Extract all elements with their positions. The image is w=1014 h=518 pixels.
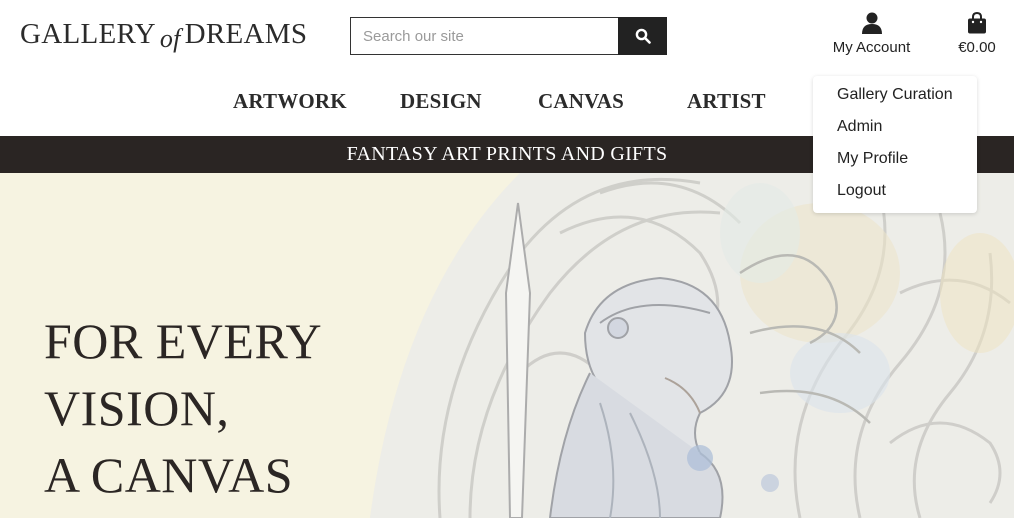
menu-item-admin[interactable]: Admin bbox=[837, 118, 882, 136]
shopping-bag-button[interactable]: €0.00 bbox=[955, 12, 999, 56]
menu-item-my-profile[interactable]: My Profile bbox=[837, 150, 908, 168]
logo-text-dreams: DREAMS bbox=[184, 18, 308, 50]
nav-artist[interactable]: ARTIST bbox=[687, 89, 766, 114]
nav-artwork[interactable]: ARTWORK bbox=[233, 89, 347, 114]
bag-total: €0.00 bbox=[958, 39, 996, 56]
search-button[interactable] bbox=[618, 17, 667, 55]
my-account-button[interactable]: My Account bbox=[829, 12, 914, 56]
logo-text-gallery: GALLERY bbox=[20, 18, 156, 50]
nav-design[interactable]: DESIGN bbox=[400, 89, 482, 114]
hero-line-2: VISION, bbox=[44, 380, 230, 436]
menu-item-logout[interactable]: Logout bbox=[837, 182, 886, 200]
hero-headline: FOR EVERY VISION, A CANVAS bbox=[44, 308, 322, 509]
shopping-bag-icon bbox=[968, 12, 986, 34]
logo-text-of: of bbox=[159, 24, 181, 53]
promo-banner-text: FANTASY ART PRINTS AND GIFTS bbox=[346, 143, 668, 165]
search-form bbox=[350, 17, 667, 55]
my-account-label: My Account bbox=[832, 39, 911, 56]
menu-item-gallery-curation[interactable]: Gallery Curation bbox=[837, 86, 953, 104]
hero-section: FOR EVERY VISION, A CANVAS bbox=[0, 173, 1014, 518]
account-dropdown-menu: Gallery Curation Admin My Profile Logout bbox=[813, 76, 977, 213]
hero-line-3: A CANVAS bbox=[44, 447, 293, 503]
site-logo[interactable]: GALLERY of DREAMS bbox=[20, 18, 308, 53]
user-icon bbox=[861, 12, 882, 34]
nav-canvas[interactable]: CANVAS bbox=[538, 89, 624, 114]
search-input[interactable] bbox=[350, 17, 618, 55]
hero-line-1: FOR EVERY bbox=[44, 313, 323, 369]
search-icon bbox=[635, 28, 651, 44]
